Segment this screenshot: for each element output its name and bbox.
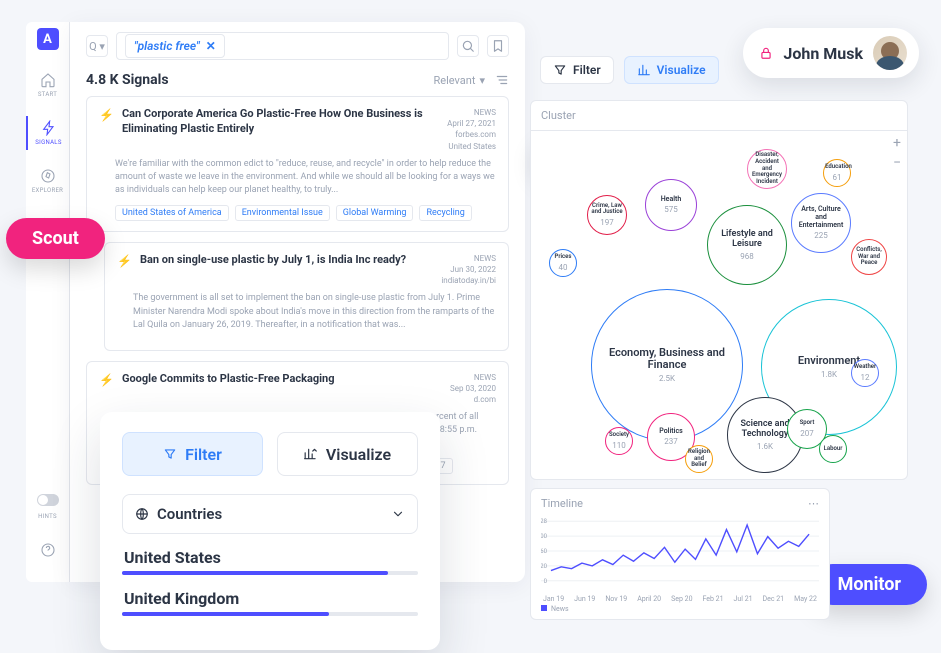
search-chip[interactable]: "plastic free" ✕: [125, 34, 225, 58]
bubble[interactable]: Lifestyle and Leisure968: [707, 205, 787, 285]
cluster-panel: Cluster + − Economy, Business and Financ…: [530, 100, 908, 480]
tag[interactable]: Global Warming: [336, 205, 414, 221]
signal-meta: NEWS April 27, 2021 forbes.com United St…: [447, 107, 496, 152]
countries-dropdown[interactable]: Countries: [122, 494, 418, 534]
svg-text:20: 20: [541, 563, 547, 570]
user-chip[interactable]: John Musk: [743, 28, 919, 78]
timeline-chart[interactable]: 128 100 60 20 0: [541, 510, 819, 592]
user-name: John Musk: [783, 44, 863, 63]
timeline-title: Timeline: [541, 497, 583, 510]
brand-logo[interactable]: A: [37, 28, 59, 50]
signal-title: Ban on single-use plastic by July 1, is …: [140, 253, 433, 287]
search-scope-dropdown[interactable]: Q ▾: [86, 35, 108, 57]
country-bar: [122, 612, 418, 616]
country-row[interactable]: United Kingdom: [124, 589, 416, 608]
tag[interactable]: Environmental Issue: [235, 205, 330, 221]
signal-card[interactable]: ⚡ Ban on single-use plastic by July 1, i…: [104, 242, 509, 351]
bubble[interactable]: Health575: [645, 179, 697, 231]
results-count: 4.8 K Signals: [86, 72, 169, 88]
svg-text:100: 100: [541, 533, 547, 540]
nav-start[interactable]: START: [26, 68, 69, 102]
bubble[interactable]: Prices40: [549, 249, 577, 277]
tag[interactable]: United States of America: [115, 205, 229, 221]
signal-card[interactable]: ⚡ Can Corporate America Go Plastic-Free …: [86, 96, 509, 232]
bubble-chart[interactable]: Economy, Business and Finance2.5KEnviron…: [531, 129, 907, 479]
bubble[interactable]: Disaster, Accident and Emergency Inciden…: [747, 149, 787, 189]
bolt-icon: ⚡: [99, 108, 114, 152]
nav-hints[interactable]: HINTS: [26, 490, 69, 524]
search-row: Q ▾ "plastic free" ✕: [86, 32, 509, 60]
nav-explorer[interactable]: EXPLORER: [26, 164, 69, 198]
lock-icon: [759, 46, 773, 60]
signal-title: Google Commits to Plastic-Free Packaging: [122, 372, 442, 406]
bubble[interactable]: Crime, Law and Justice197: [587, 195, 627, 235]
filter-button[interactable]: Filter: [122, 432, 263, 476]
signal-desc: We're familiar with the common edict to …: [115, 158, 496, 197]
bubble[interactable]: Conflicts, War and Peace: [851, 239, 887, 275]
sidebar: A START SIGNALS EXPLORER ROADMAP HINTS: [26, 22, 70, 582]
timeline-xticks: Jan 19Jun 19Nov 19April 20Sep 20Feb 21Ju…: [541, 595, 819, 603]
country-row[interactable]: United States: [124, 548, 416, 567]
chevron-down-icon: [391, 507, 405, 521]
avatar: [873, 36, 907, 70]
scout-pill: Scout: [6, 218, 105, 259]
nav-label: EXPLORER: [32, 187, 63, 194]
signal-meta: NEWS Jun 30, 2022 indiatoday.in/bi: [441, 253, 496, 287]
nav-label: START: [38, 91, 57, 98]
visualize-button[interactable]: Visualize: [277, 432, 418, 476]
svg-text:128: 128: [541, 518, 548, 525]
more-icon[interactable]: ⋯: [808, 497, 819, 510]
bolt-icon: ⚡: [117, 254, 132, 287]
svg-text:0: 0: [544, 578, 547, 585]
results-header: 4.8 K Signals Relevant ▾: [86, 72, 509, 88]
filter-popout: Filter Visualize Countries United States…: [100, 412, 440, 650]
bubble[interactable]: Weather12: [851, 359, 879, 387]
search-input[interactable]: "plastic free" ✕: [116, 32, 449, 60]
timeline-legend: News: [541, 605, 819, 613]
signal-desc: The government is all set to implement t…: [133, 292, 496, 331]
signal-meta: NEWS Sep 03, 2020 d.com: [450, 372, 496, 406]
nav-label: HINTS: [38, 513, 57, 520]
bolt-icon: ⚡: [99, 373, 114, 406]
globe-icon: [135, 507, 149, 521]
bookmark-icon[interactable]: [487, 35, 509, 57]
bubble[interactable]: Labour: [819, 435, 847, 463]
nav-help[interactable]: [26, 538, 69, 562]
bubble[interactable]: Education61: [823, 159, 851, 187]
bubble[interactable]: Religion and Belief: [685, 445, 713, 473]
signal-tags: United States of America Environmental I…: [115, 205, 496, 221]
svg-text:60: 60: [541, 548, 547, 555]
filter-button-small[interactable]: Filter: [540, 56, 614, 84]
right-toolbar: Filter Visualize: [540, 56, 719, 84]
tag[interactable]: Recycling: [419, 205, 471, 221]
country-bar: [122, 571, 418, 575]
bubble[interactable]: Society110: [605, 427, 633, 455]
search-icon[interactable]: [457, 35, 479, 57]
hints-toggle[interactable]: [37, 494, 59, 506]
cluster-title: Cluster: [531, 101, 907, 131]
sort-dropdown[interactable]: Relevant ▾: [434, 74, 486, 87]
signal-title: Can Corporate America Go Plastic-Free Ho…: [122, 107, 439, 152]
nav-signals[interactable]: SIGNALS: [26, 116, 69, 150]
search-chip-text: "plastic free": [134, 39, 200, 53]
timeline-panel: Timeline ⋯ 128 100 60 20 0 Jan 19Jun 19No…: [530, 488, 830, 620]
chip-remove-icon[interactable]: ✕: [206, 39, 216, 53]
bubble[interactable]: Arts, Culture and Entertainment225: [791, 193, 851, 253]
visualize-button-small[interactable]: Visualize: [624, 56, 719, 84]
nav-label: SIGNALS: [35, 139, 61, 146]
settings-icon[interactable]: [495, 73, 509, 87]
